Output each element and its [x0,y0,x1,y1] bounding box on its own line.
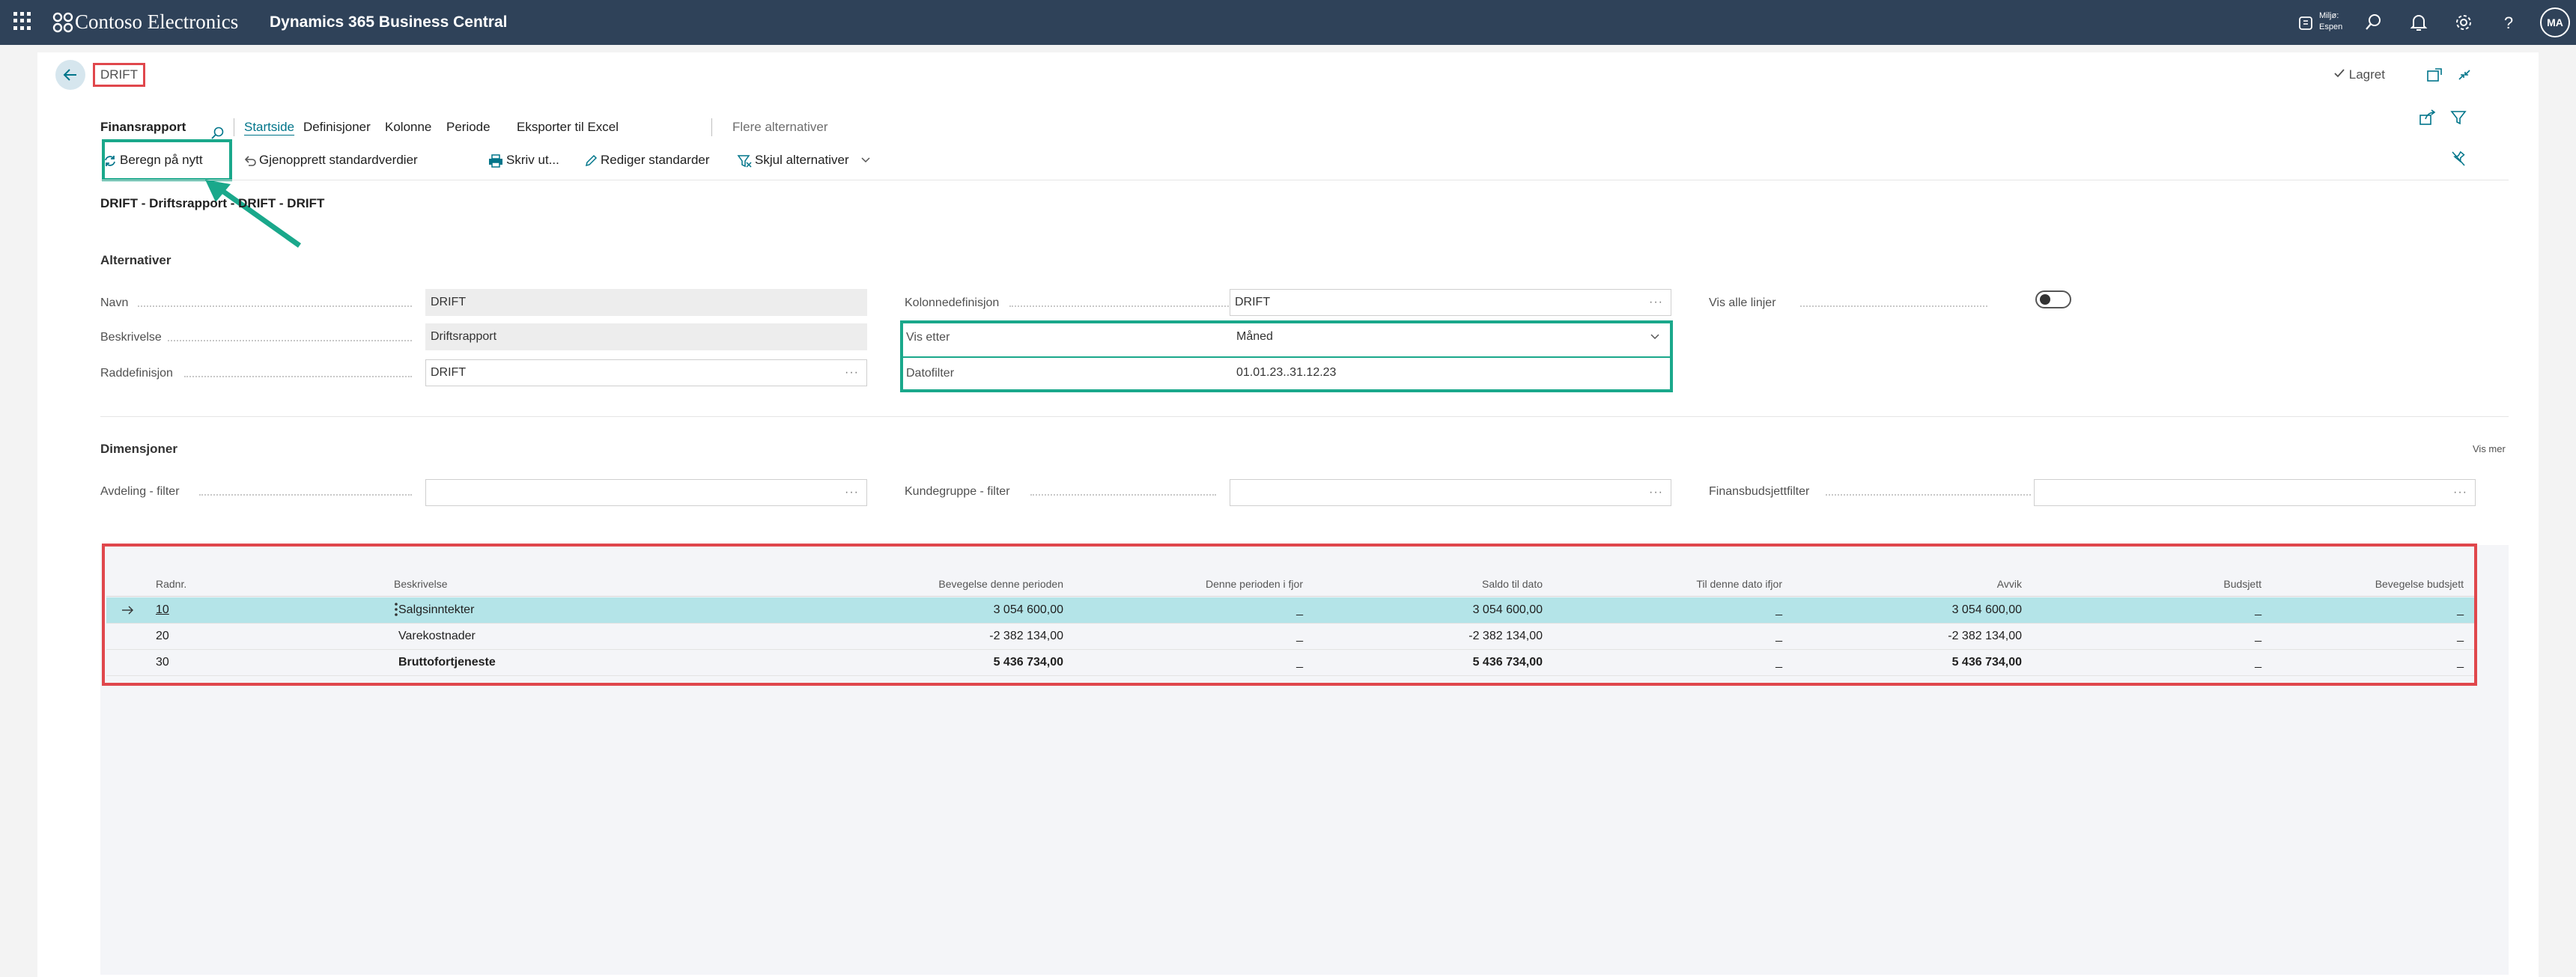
restore-defaults-label: Gjenopprett standardverdier [259,153,418,167]
tab-home[interactable]: Startside [244,114,294,141]
recalculate-highlight [102,139,232,181]
chevron-down-icon[interactable] [860,154,872,166]
product-name: Dynamics 365 Business Central [270,13,508,31]
app-launcher-icon[interactable] [13,12,31,30]
name-label: Navn [100,296,129,309]
print-label: Skriv ut... [506,153,559,167]
hide-options-button[interactable]: Skjul alternativer [737,142,849,178]
environment-icon [2299,16,2312,30]
description-label: Beskrivelse [100,331,162,344]
saved-label: Lagret [2348,67,2385,82]
more-options[interactable]: Flere alternativer [732,114,828,141]
restore-defaults-button[interactable]: Gjenopprett standardverdier [243,142,418,178]
budget-filter-label: Finansbudsjettfilter [1709,485,1810,498]
options-section-title: Alternativer [100,253,171,267]
customer-group-filter-input[interactable]: ··· [1230,479,1671,506]
tab-definitions[interactable]: Definisjoner [303,114,371,141]
edit-defaults-label: Rediger standarder [601,153,710,167]
collapse-icon[interactable] [2456,67,2473,82]
budget-filter-input[interactable]: ··· [2034,479,2476,506]
table-highlight [102,544,2477,686]
column-definition-field[interactable]: DRIFT ··· [1230,289,1671,316]
help-icon[interactable]: ? [2498,12,2519,33]
department-filter-label: Avdeling - filter [100,485,180,498]
open-new-window-icon[interactable] [2426,67,2443,82]
undo-icon [244,155,256,166]
dimensions-section-title: Dimensjoner [100,442,177,456]
tab-period[interactable]: Periode [446,114,490,141]
show-all-lines-toggle[interactable] [2035,290,2071,308]
tab-column[interactable]: Kolonne [385,114,431,141]
customer-group-filter-label: Kundegruppe - filter [905,485,1010,498]
hide-options-label: Skjul alternativer [755,153,849,167]
search-icon[interactable] [2363,12,2384,33]
pencil-icon [585,154,598,166]
report-title: DRIFT - Driftsrapport - DRIFT - DRIFT [100,196,325,210]
name-field: DRIFT [425,289,867,316]
brand-name: Contoso Electronics [75,10,239,33]
edit-defaults-button[interactable]: Rediger standarder [584,142,710,178]
lookup-icon[interactable]: ··· [2453,480,2467,505]
environment-label: Miljø: [2319,11,2339,20]
bell-icon[interactable] [2408,12,2429,33]
row-definition-value: DRIFT [431,366,467,379]
arrow-left-icon [63,69,76,81]
lookup-icon[interactable]: ··· [845,480,859,505]
user-avatar[interactable]: MA [2540,7,2570,37]
back-button[interactable] [55,60,85,90]
lookup-icon[interactable]: ··· [845,360,859,386]
show-more-link[interactable]: Vis mer [2473,443,2506,454]
column-definition-label: Kolonnedefinisjon [905,296,1000,309]
environment-value: Espen [2319,22,2343,31]
environment-indicator[interactable]: Miljø: Espen [2297,9,2342,36]
department-filter-input[interactable]: ··· [425,479,867,506]
row-definition-field[interactable]: DRIFT ··· [425,359,867,386]
lookup-icon[interactable]: ··· [1649,290,1663,315]
saved-status: Lagret [2333,67,2385,82]
print-button[interactable]: Skriv ut... [488,142,559,178]
checkmark-icon [2334,69,2345,78]
filter-icon[interactable] [2450,109,2467,126]
gear-icon[interactable] [2453,12,2474,33]
app-top-bar: Contoso Electronics Dynamics 365 Busines… [0,0,2576,45]
printer-icon [489,153,502,168]
filter-clear-icon [737,154,752,168]
brand-logo-icon [52,12,73,33]
unpin-icon[interactable] [2450,150,2467,168]
svg-text:?: ? [2504,13,2513,32]
column-definition-value: DRIFT [1235,296,1271,308]
lookup-icon[interactable]: ··· [1649,480,1663,505]
description-field: Driftsrapport [425,323,867,350]
row-definition-label: Raddefinisjon [100,367,173,380]
page-caption: DRIFT [93,63,146,87]
tab-export-excel[interactable]: Eksporter til Excel [517,114,619,141]
show-all-lines-label: Vis alle linjer [1709,296,1776,309]
action-financial-report[interactable]: Finansrapport [100,114,186,141]
page-card: DRIFT Lagret Finansrapport Startside Def… [37,52,2539,977]
annotation-arrow-icon [205,180,302,248]
share-icon[interactable] [2419,109,2437,126]
